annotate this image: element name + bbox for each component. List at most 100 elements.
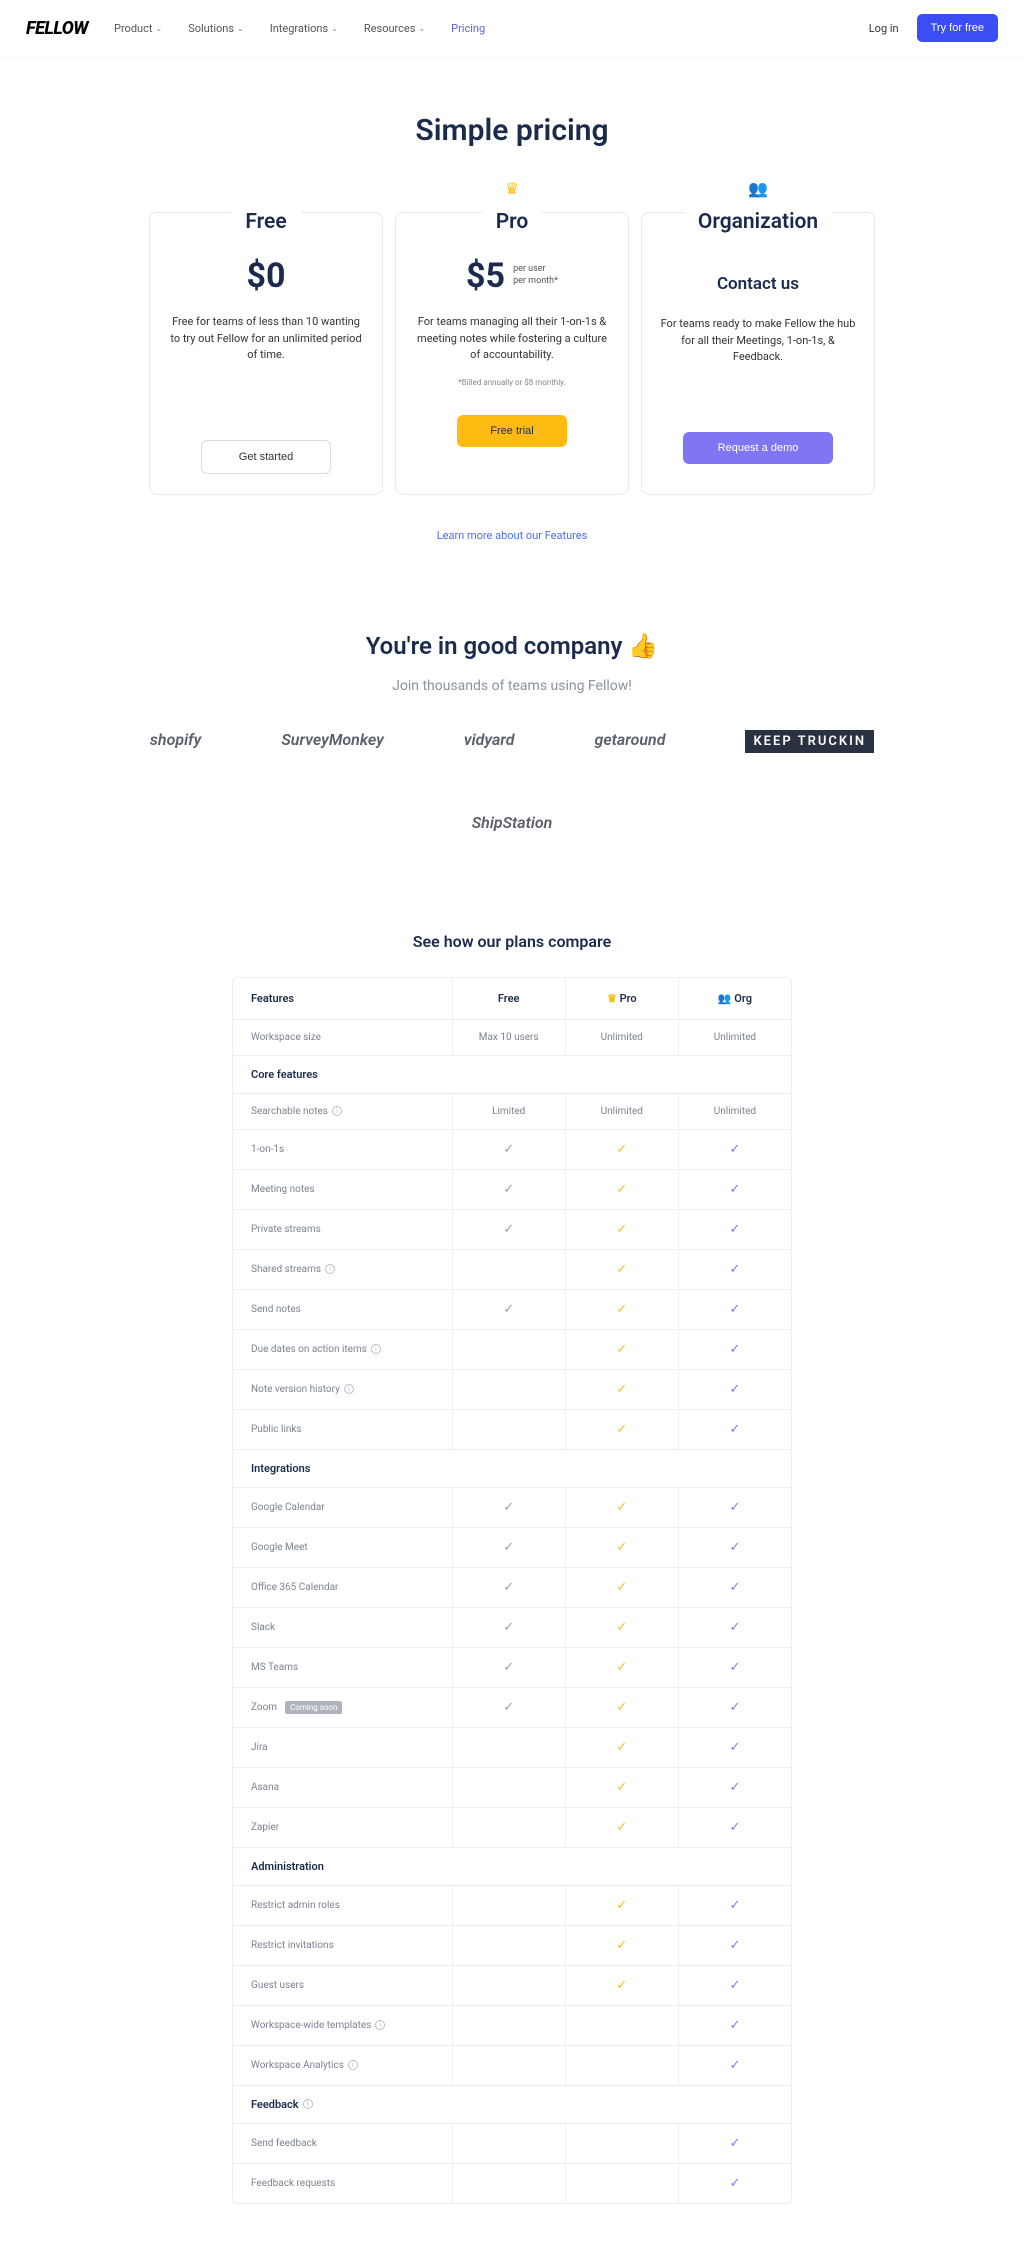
logo-surveymonkey: SurveyMonkey — [281, 730, 384, 753]
contact-us-title: Contact us — [660, 274, 856, 294]
info-icon[interactable]: i — [303, 2099, 313, 2109]
cell-org: ✓ — [679, 1210, 791, 1249]
cell-org: ✓ — [679, 1370, 791, 1409]
pricing-cards: Free $0 Free for teams of less than 10 w… — [0, 194, 1024, 495]
try-free-button[interactable]: Try for free — [917, 14, 998, 42]
crown-icon: ♛ — [607, 992, 617, 1005]
cell-org: ✓ — [679, 1568, 791, 1607]
cell-free: ✓ — [453, 1170, 566, 1209]
chevron-down-icon: ⌄ — [418, 24, 425, 33]
crown-icon: ♛ — [396, 179, 628, 198]
plan-org: 👥 Organization Contact us For teams read… — [641, 212, 875, 495]
table-row: Restrict invitations✓✓ — [233, 1925, 791, 1965]
learn-more-link[interactable]: Learn more about our Features — [0, 529, 1024, 542]
check-icon: ✓ — [616, 1740, 627, 1755]
free-trial-button[interactable]: Free trial — [457, 415, 567, 447]
row-label: Jira — [233, 1728, 453, 1767]
nav-left: FELLOW Product⌄ Solutions⌄ Integrations⌄… — [26, 18, 485, 39]
main-nav: FELLOW Product⌄ Solutions⌄ Integrations⌄… — [0, 0, 1024, 57]
info-icon[interactable]: i — [325, 1264, 335, 1274]
login-link[interactable]: Log in — [869, 22, 899, 35]
check-icon: ✓ — [729, 1182, 740, 1197]
table-row: Note version history i✓✓ — [233, 1369, 791, 1409]
nav-right: Log in Try for free — [869, 14, 998, 42]
cell-free — [453, 2046, 566, 2085]
section-header: Feedback i — [233, 2085, 791, 2123]
cell-org: ✓ — [679, 1250, 791, 1289]
cell-pro: Unlimited — [566, 1094, 679, 1129]
cell-pro: ✓ — [566, 1370, 679, 1409]
logo-getaround: getaround — [594, 730, 665, 753]
cell-free — [453, 1808, 566, 1847]
cell-free: ✓ — [453, 1568, 566, 1607]
check-icon: ✓ — [503, 1700, 514, 1715]
get-started-button[interactable]: Get started — [201, 440, 331, 474]
plan-free-desc: Free for teams of less than 10 wanting t… — [168, 314, 364, 364]
plan-pro: ♛ Pro $5 per userper month* For teams ma… — [395, 212, 629, 495]
nav-integrations[interactable]: Integrations⌄ — [270, 22, 338, 35]
logo[interactable]: FELLOW — [26, 18, 88, 39]
table-row: Asana✓✓ — [233, 1767, 791, 1807]
cell-org: ✓ — [679, 1130, 791, 1169]
section-header: Integrations — [233, 1449, 791, 1487]
request-demo-button[interactable]: Request a demo — [683, 432, 833, 464]
row-label: Google Calendar — [233, 1488, 453, 1527]
check-icon: ✓ — [729, 1938, 740, 1953]
nav-solutions[interactable]: Solutions⌄ — [188, 22, 244, 35]
info-icon[interactable]: i — [348, 2060, 358, 2070]
check-icon: ✓ — [503, 1500, 514, 1515]
cell-free — [453, 1250, 566, 1289]
cell-free — [453, 2006, 566, 2045]
cell-org: ✓ — [679, 1608, 791, 1647]
info-icon[interactable]: i — [371, 1344, 381, 1354]
check-icon: ✓ — [503, 1660, 514, 1675]
chevron-down-icon: ⌄ — [237, 24, 244, 33]
cell-pro: ✓ — [566, 1410, 679, 1449]
check-icon: ✓ — [616, 1540, 627, 1555]
check-icon: ✓ — [729, 1820, 740, 1835]
nav-product[interactable]: Product⌄ — [114, 22, 162, 35]
row-label: Asana — [233, 1768, 453, 1807]
row-label: Private streams — [233, 1210, 453, 1249]
plan-pro-desc: For teams managing all their 1-on-1s & m… — [414, 314, 610, 364]
cell-pro: ✓ — [566, 1688, 679, 1727]
plan-pro-price: $5 — [466, 256, 505, 296]
info-icon[interactable]: i — [332, 1106, 342, 1116]
cell-pro: ✓ — [566, 1568, 679, 1607]
check-icon: ✓ — [729, 2018, 740, 2033]
cell-free: ✓ — [453, 1688, 566, 1727]
cell-free — [453, 2124, 566, 2163]
info-icon[interactable]: i — [375, 2020, 385, 2030]
logo-vidyard: vidyard — [464, 730, 515, 753]
cell-free: ✓ — [453, 1528, 566, 1567]
check-icon: ✓ — [503, 1580, 514, 1595]
nav-pricing[interactable]: Pricing — [451, 22, 485, 35]
compare-table: Features Free ♛ Pro 👥 Org Workspace size… — [232, 977, 792, 2204]
nav-links: Product⌄ Solutions⌄ Integrations⌄ Resour… — [114, 22, 485, 35]
plan-org-name: Organization — [684, 210, 832, 234]
nav-resources[interactable]: Resources⌄ — [364, 22, 425, 35]
cell-pro: ✓ — [566, 1130, 679, 1169]
good-company-title: You're in good company 👍 — [0, 632, 1024, 660]
compare-title: See how our plans compare — [0, 932, 1024, 951]
check-icon: ✓ — [616, 1142, 627, 1157]
cell-pro — [566, 2006, 679, 2045]
check-icon: ✓ — [729, 1660, 740, 1675]
table-row: Google Meet✓✓✓ — [233, 1527, 791, 1567]
cell-org: ✓ — [679, 1290, 791, 1329]
nav-solutions-label: Solutions — [188, 22, 234, 35]
table-row: Private streams✓✓✓ — [233, 1209, 791, 1249]
cell-pro: ✓ — [566, 1528, 679, 1567]
table-row: 1-on-1s✓✓✓ — [233, 1129, 791, 1169]
cell-free — [453, 1370, 566, 1409]
check-icon: ✓ — [729, 1780, 740, 1795]
cell-org: ✓ — [679, 1728, 791, 1767]
plan-free: Free $0 Free for teams of less than 10 w… — [149, 212, 383, 495]
row-label: Office 365 Calendar — [233, 1568, 453, 1607]
plan-pro-name: Pro — [482, 210, 543, 234]
table-row: Slack✓✓✓ — [233, 1607, 791, 1647]
check-icon: ✓ — [616, 1422, 627, 1437]
row-label: Due dates on action items i — [233, 1330, 453, 1369]
header-org: 👥 Org — [679, 978, 791, 1019]
info-icon[interactable]: i — [344, 1384, 354, 1394]
